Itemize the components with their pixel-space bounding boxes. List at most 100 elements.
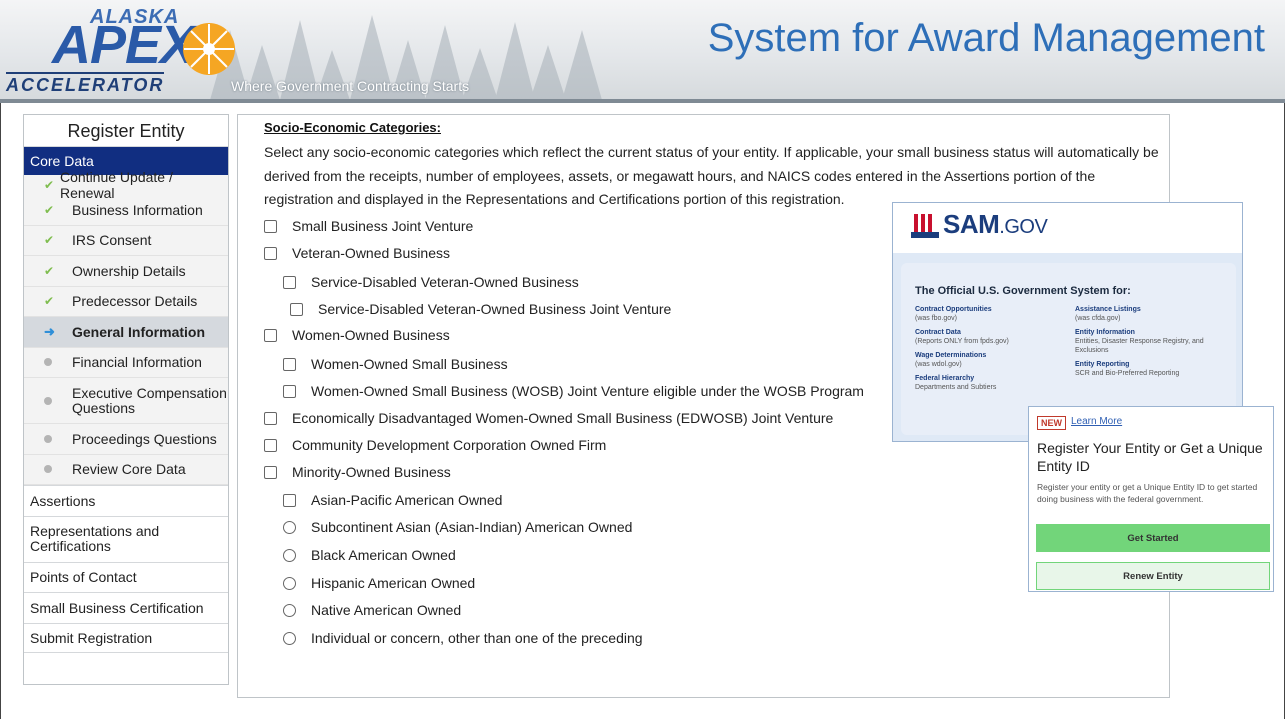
option-sdvob-jv[interactable]: Service-Disabled Veteran-Owned Business …: [290, 301, 671, 317]
option-other-concern[interactable]: Individual or concern, other than one of…: [283, 630, 643, 646]
header-banner: ALASKA APEX ACCELERATOR Where Government…: [0, 0, 1285, 100]
logo-text-accelerator: ACCELERATOR: [6, 72, 165, 96]
arrow-right-icon: ➜: [44, 323, 55, 339]
checkbox[interactable]: [264, 465, 277, 479]
sidebar-item-predecessor-details[interactable]: ✔ Predecessor Details: [24, 287, 228, 317]
sam-flag-icon: [911, 212, 939, 238]
sam-logo-suffix: .GOV: [999, 216, 1048, 238]
new-badge: NEW: [1037, 416, 1066, 430]
sidebar-item-continue-update[interactable]: ✔ Continue Update / Renewal: [24, 169, 228, 201]
option-black-american[interactable]: Black American Owned: [283, 547, 456, 563]
page-title: System for Award Management: [707, 16, 1265, 60]
sidebar-item-ownership-details[interactable]: ✔ Ownership Details: [24, 256, 228, 287]
sidebar-item-proceedings-questions[interactable]: Proceedings Questions: [24, 424, 228, 455]
checkbox[interactable]: [264, 411, 277, 425]
sidebar-item-label: Proceedings Questions: [72, 430, 217, 447]
sidebar-item-points-of-contact[interactable]: Points of Contact: [24, 561, 228, 593]
checkmark-icon: ✔: [44, 202, 55, 217]
checkbox[interactable]: [264, 438, 277, 452]
option-label: Economically Disadvantaged Women-Owned S…: [292, 410, 834, 426]
checkbox[interactable]: [283, 275, 296, 289]
checkbox[interactable]: [264, 219, 277, 233]
sam-left-column: Contract Opportunities (was fbo.gov) Cont…: [915, 305, 1065, 392]
option-hispanic-american[interactable]: Hispanic American Owned: [283, 575, 475, 591]
option-label: Subcontinent Asian (Asian-Indian) Americ…: [311, 519, 633, 535]
option-veteran-owned[interactable]: Veteran-Owned Business: [264, 245, 450, 261]
checkbox[interactable]: [283, 493, 296, 507]
sam-link-group[interactable]: Contract Opportunities (was fbo.gov): [915, 305, 1065, 323]
checkbox[interactable]: [283, 357, 296, 371]
option-subcontinent-asian[interactable]: Subcontinent Asian (Asian-Indian) Americ…: [283, 519, 632, 535]
checkmark-icon: ✔: [44, 294, 55, 309]
sam-link-group[interactable]: Entity Information Entities, Disaster Res…: [1075, 328, 1225, 355]
frame-border-left: [0, 103, 1, 719]
pending-dot-icon: [44, 465, 52, 474]
option-label: Women-Owned Small Business (WOSB) Joint …: [311, 383, 864, 399]
sidebar-item-financial-information[interactable]: Financial Information: [24, 348, 228, 378]
checkbox[interactable]: [264, 328, 277, 342]
sidebar-item-irs-consent[interactable]: ✔ IRS Consent: [24, 226, 228, 256]
option-cdc-owned[interactable]: Community Development Corporation Owned …: [264, 437, 606, 453]
sidebar-item-executive-compensation[interactable]: Executive Compensation Questions: [24, 378, 228, 424]
sam-link-group[interactable]: Federal Hierarchy Departments and Subtier…: [915, 374, 1065, 392]
sam-link-group[interactable]: Entity Reporting SCR and Bio-Preferred Re…: [1075, 360, 1225, 378]
option-label: Asian-Pacific American Owned: [311, 492, 503, 508]
option-asian-pacific[interactable]: Asian-Pacific American Owned: [283, 492, 502, 508]
sam-link-group[interactable]: Wage Determinations (was wdol.gov): [915, 351, 1065, 369]
sidebar-item-representations[interactable]: Representations and Certifications: [24, 515, 228, 562]
checkmark-icon: ✔: [44, 263, 55, 278]
radio-button[interactable]: [283, 548, 296, 562]
option-native-american[interactable]: Native American Owned: [283, 602, 461, 618]
option-label: Minority-Owned Business: [292, 464, 451, 480]
checkbox[interactable]: [290, 302, 303, 316]
checkmark-icon: ✔: [44, 178, 55, 192]
radio-button[interactable]: [283, 576, 296, 590]
sidebar-item-submit-registration[interactable]: Submit Registration: [24, 622, 228, 653]
radio-button[interactable]: [283, 520, 296, 534]
option-label: Service-Disabled Veteran-Owned Business …: [318, 301, 672, 317]
option-label: Small Business Joint Venture: [292, 218, 474, 234]
option-edwosb-jv[interactable]: Economically Disadvantaged Women-Owned S…: [264, 410, 833, 426]
checkmark-icon: ✔: [44, 233, 55, 248]
sam-tagline: The Official U.S. Government System for:: [915, 285, 1131, 297]
checkbox[interactable]: [283, 384, 296, 398]
sidebar-item-assertions[interactable]: Assertions: [24, 485, 228, 516]
radio-button[interactable]: [283, 631, 296, 645]
section-description: Select any socio-economic categories whi…: [264, 144, 1159, 207]
section-heading: Socio-Economic Categories:: [264, 120, 441, 135]
option-wosb-jv[interactable]: Women-Owned Small Business (WOSB) Joint …: [283, 383, 864, 399]
banner-tagline: Where Government Contracting Starts: [231, 78, 470, 94]
banner-divider: [0, 99, 1285, 103]
option-label: Black American Owned: [311, 547, 456, 563]
pending-dot-icon: [44, 434, 52, 443]
option-small-business-jv[interactable]: Small Business Joint Venture: [264, 218, 473, 234]
sidebar-item-review-core-data[interactable]: Review Core Data: [24, 455, 228, 485]
pending-dot-icon: [44, 396, 52, 405]
sidebar-item-label: Business Information: [72, 201, 203, 218]
sidebar-item-label: Financial Information: [72, 354, 202, 371]
get-started-button[interactable]: Get Started: [1036, 524, 1270, 552]
sidebar-item-general-information[interactable]: ➜ General Information: [24, 317, 228, 348]
option-label: Service-Disabled Veteran-Owned Business: [311, 274, 579, 290]
option-minority-owned[interactable]: Minority-Owned Business: [264, 464, 451, 480]
renew-entity-button[interactable]: Renew Entity: [1036, 562, 1270, 590]
sam-header: SAM.GOV: [893, 203, 1242, 253]
sidebar-item-small-business-certification[interactable]: Small Business Certification: [24, 592, 228, 623]
sidebar-item-label: Review Core Data: [72, 461, 186, 478]
sidebar-item-label: IRS Consent: [72, 232, 152, 249]
option-label: Hispanic American Owned: [311, 575, 476, 591]
registration-sidebar: Register Entity Core Data ✔ Continue Upd…: [23, 114, 229, 685]
option-wosb[interactable]: Women-Owned Small Business: [283, 356, 508, 372]
sidebar-item-business-information[interactable]: ✔ Business Information: [24, 195, 228, 226]
option-label: Individual or concern, other than one of…: [311, 630, 643, 646]
option-sdvob[interactable]: Service-Disabled Veteran-Owned Business: [283, 274, 579, 290]
sidebar-item-label: General Information: [72, 323, 206, 340]
radio-button[interactable]: [283, 603, 296, 617]
sam-link-group[interactable]: Assistance Listings (was cfda.gov): [1075, 305, 1225, 323]
option-women-owned[interactable]: Women-Owned Business: [264, 327, 450, 343]
sidebar-title: Register Entity: [24, 115, 228, 147]
checkbox[interactable]: [264, 246, 277, 260]
learn-more-link[interactable]: Learn More: [1071, 416, 1122, 427]
sam-right-column: Assistance Listings (was cfda.gov) Entity…: [1075, 305, 1225, 378]
sam-link-group[interactable]: Contract Data (Reports ONLY from fpds.gov…: [915, 328, 1065, 346]
